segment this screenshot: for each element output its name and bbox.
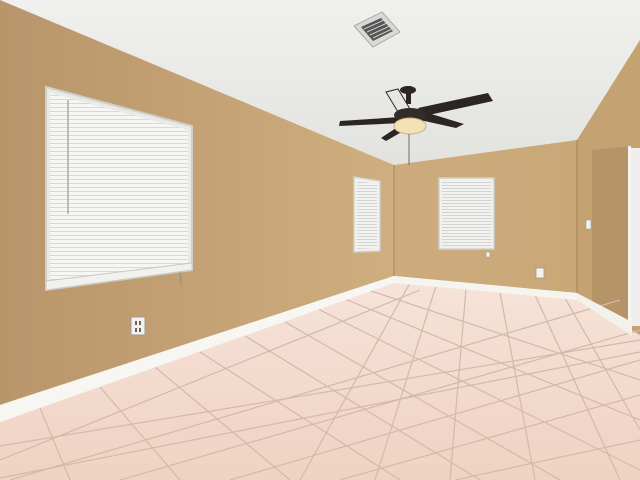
wall-outlet [535,267,545,279]
doorway-trim [628,146,631,326]
right-wall-shadow [592,146,630,322]
wall-outlet [130,316,146,336]
fan-light [393,117,427,135]
room-photo [0,0,640,480]
light-switch [585,219,592,230]
fan-canopy [400,86,416,94]
wall-outlet [485,251,491,258]
room-illustration [0,0,640,480]
back-window-right [438,177,495,250]
doorway [630,148,640,326]
back-window-left [353,176,381,253]
